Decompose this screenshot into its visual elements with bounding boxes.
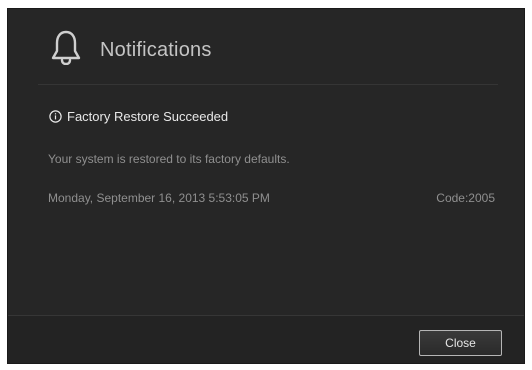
notification-timestamp: Monday, September 16, 2013 5:53:05 PM — [48, 191, 270, 205]
dialog-title: Notifications — [100, 39, 212, 61]
notification-title-text: Factory Restore Succeeded — [67, 109, 229, 124]
notifications-dialog: Notifications Factory Restore Succeeded … — [7, 8, 525, 364]
notification-code: Code:2005 — [436, 191, 495, 205]
notification-title: Factory Restore Succeeded — [49, 109, 228, 124]
dialog-header: Notifications — [38, 9, 498, 85]
dialog-footer: Close — [8, 315, 524, 363]
bell-icon — [51, 29, 81, 66]
info-circle-icon — [49, 110, 62, 123]
close-button[interactable]: Close — [419, 330, 502, 356]
notification-message: Your system is restored to its factory d… — [48, 152, 290, 166]
